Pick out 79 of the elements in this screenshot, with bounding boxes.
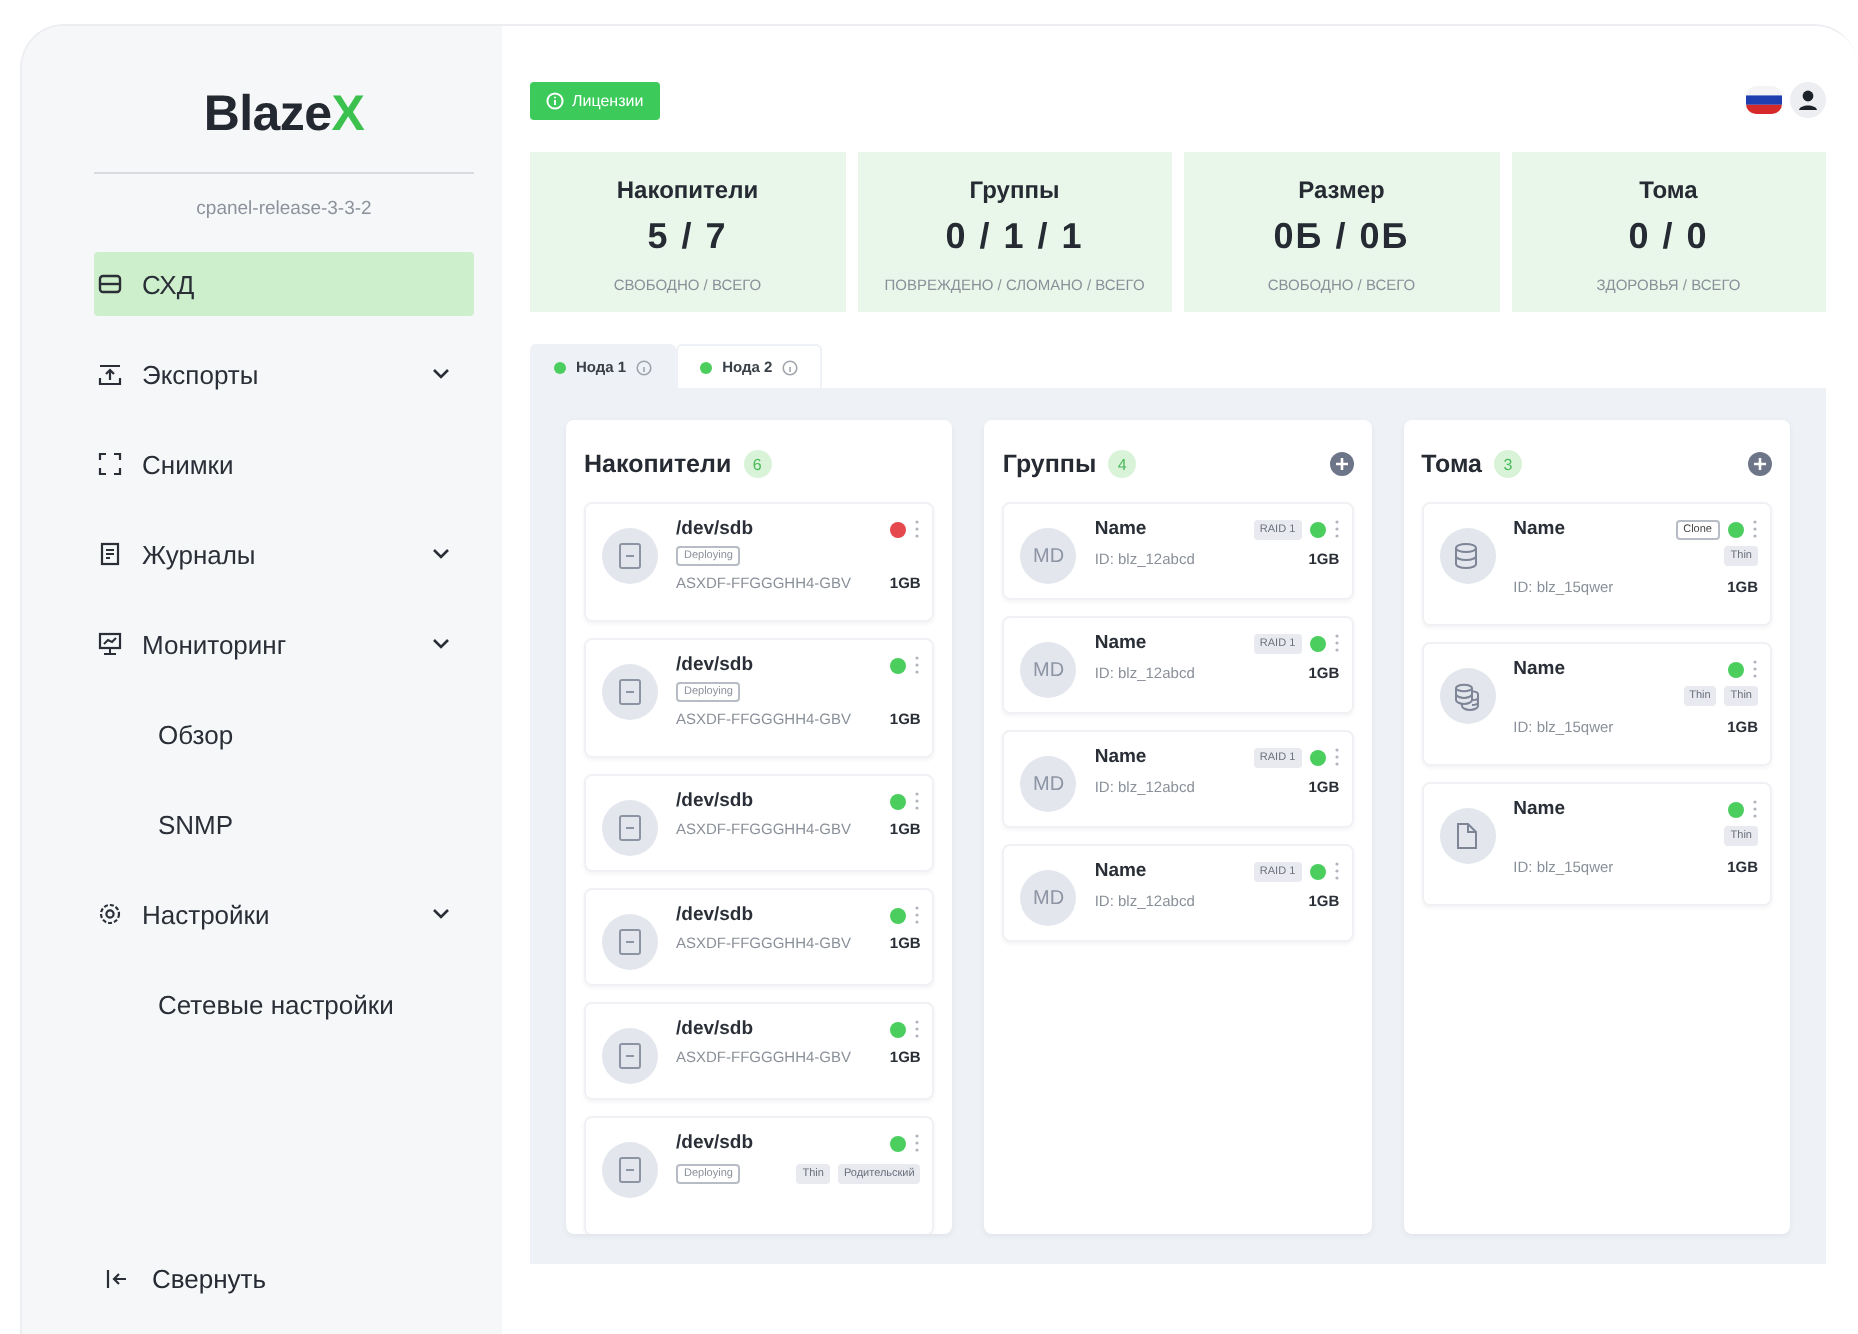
database-icon — [1439, 668, 1496, 724]
more-icon[interactable] — [914, 906, 921, 924]
drive-name: /dev/sdb — [676, 654, 756, 676]
frame-icon — [98, 452, 122, 476]
volume-name: Name — [1513, 658, 1568, 680]
more-icon[interactable] — [914, 1020, 921, 1038]
stat-title: Тома — [1639, 176, 1698, 204]
disk-icon — [602, 664, 658, 720]
nav-item[interactable]: Снимки — [94, 432, 474, 496]
stat-title: Размер — [1298, 176, 1385, 204]
group-name: Name — [1094, 860, 1149, 882]
volume-name: Name — [1513, 798, 1568, 820]
avatar: MD — [1020, 642, 1077, 698]
more-icon[interactable] — [1751, 800, 1758, 818]
drive-name: /dev/sdb — [676, 518, 756, 540]
nav-item[interactable]: Настройки — [94, 882, 474, 946]
nav-item[interactable]: Экспорты — [94, 342, 474, 406]
group-name: Name — [1094, 518, 1149, 540]
logo: BlazeX — [201, 86, 367, 144]
more-icon[interactable] — [1751, 660, 1758, 678]
group-name: Name — [1094, 746, 1149, 768]
upload-icon — [98, 362, 122, 386]
document-icon — [98, 542, 122, 566]
disk-icon — [602, 1028, 658, 1084]
more-icon[interactable] — [1751, 520, 1758, 538]
count-badge: 3 — [1494, 450, 1523, 478]
nav-item[interactable]: СХД — [94, 252, 474, 316]
nav-subitem[interactable]: Обзор — [94, 702, 474, 766]
nav-subitem[interactable]: SNMP — [94, 792, 474, 856]
add-icon[interactable] — [1329, 452, 1354, 476]
stat-value: 0 / 0 — [1628, 216, 1709, 258]
count-badge: 6 — [743, 450, 772, 478]
storage-icon — [98, 272, 122, 296]
column-title: Группы — [1002, 450, 1097, 478]
drive-name: /dev/sdb — [676, 1132, 756, 1154]
drive-name: /dev/sdb — [676, 790, 756, 812]
add-icon[interactable] — [1747, 452, 1772, 476]
disk-icon — [602, 1142, 658, 1198]
collapse-icon — [106, 1270, 128, 1288]
more-icon[interactable] — [914, 520, 921, 538]
more-icon[interactable] — [1333, 862, 1340, 880]
count-badge: 4 — [1108, 450, 1137, 478]
column-title: Накопители — [584, 450, 732, 478]
disk-icon — [602, 800, 658, 856]
nav-item[interactable]: Журналы — [94, 522, 474, 586]
more-icon[interactable] — [1333, 748, 1340, 766]
database-icon — [1439, 528, 1496, 584]
info-icon — [636, 359, 653, 375]
info-icon — [546, 91, 564, 109]
gear-icon — [98, 902, 122, 926]
group-name: Name — [1094, 632, 1149, 654]
drive-name: /dev/sdb — [676, 1018, 756, 1040]
avatar: MD — [1020, 528, 1077, 584]
stat-value: 5 / 7 — [647, 216, 728, 258]
user-icon[interactable] — [1790, 82, 1826, 118]
column-title: Тома — [1421, 450, 1483, 478]
disk-icon — [602, 914, 658, 970]
stat-value: 0Б / 0Б — [1273, 216, 1410, 258]
info-icon — [782, 359, 799, 375]
nav-item[interactable]: Мониторинг — [94, 612, 474, 676]
volume-name: Name — [1513, 518, 1568, 540]
nav-subitem[interactable]: Сетевые настройки — [94, 972, 474, 1036]
flag-icon[interactable] — [1746, 86, 1782, 114]
version-label: cpanel-release-3-3-2 — [194, 198, 374, 220]
drive-name: /dev/sdb — [676, 904, 756, 926]
more-icon[interactable] — [914, 792, 921, 810]
collapse-button[interactable]: Свернуть — [94, 1264, 474, 1294]
more-icon[interactable] — [1333, 634, 1340, 652]
avatar: MD — [1020, 756, 1077, 812]
stat-value: 0 / 1 / 1 — [945, 216, 1084, 258]
file-icon — [1439, 808, 1496, 864]
stat-title: Накопители — [616, 176, 759, 204]
more-icon[interactable] — [1333, 520, 1340, 538]
monitor-icon — [98, 632, 122, 656]
more-icon[interactable] — [914, 656, 921, 674]
disk-icon — [602, 528, 658, 584]
avatar: MD — [1020, 870, 1077, 926]
stat-title: Группы — [969, 176, 1060, 204]
more-icon[interactable] — [914, 1134, 921, 1152]
